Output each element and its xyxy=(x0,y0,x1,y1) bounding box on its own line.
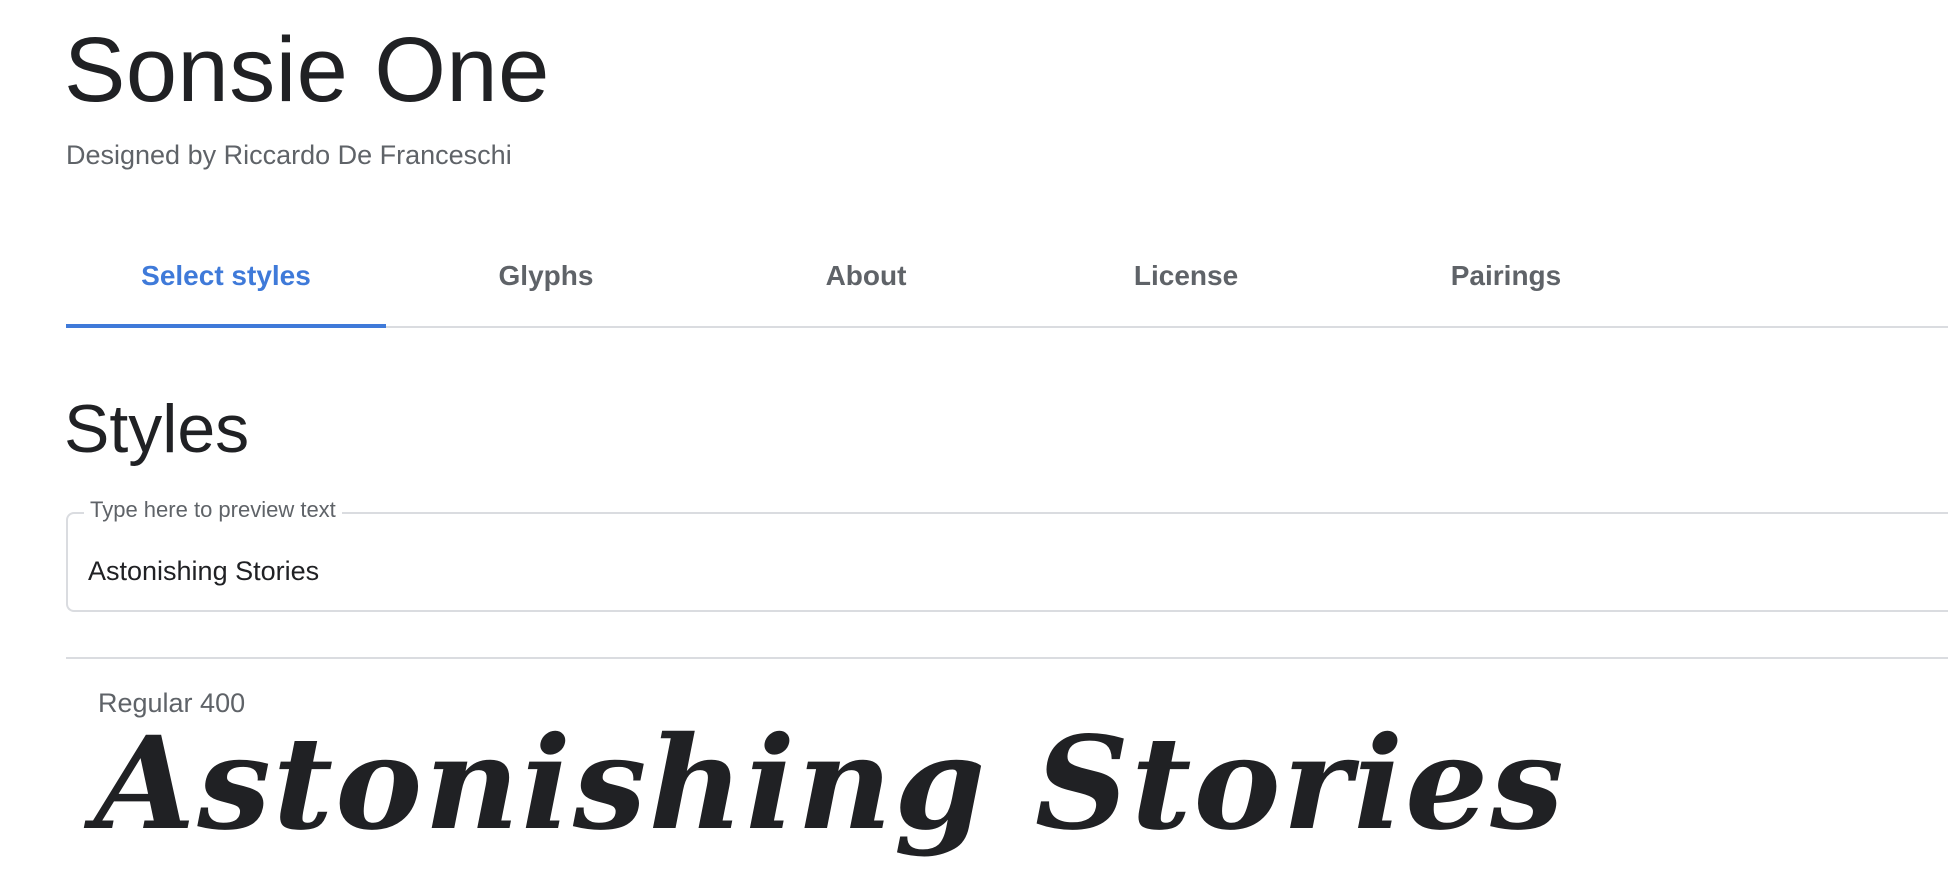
tab-bar: Select styles Glyphs About License Pairi… xyxy=(66,226,1948,328)
style-specimen-regular-400: Astonishing Stories xyxy=(94,709,1566,859)
tab-pairings[interactable]: Pairings xyxy=(1346,226,1666,326)
preview-text-input[interactable]: Astonishing Stories xyxy=(88,556,319,587)
tab-license[interactable]: License xyxy=(1026,226,1346,326)
font-detail-page: Sonsie One Designed by Riccardo De Franc… xyxy=(0,0,1948,892)
tab-glyphs[interactable]: Glyphs xyxy=(386,226,706,326)
styles-heading: Styles xyxy=(64,391,250,467)
designer-credit: Designed by Riccardo De Franceschi xyxy=(66,140,512,170)
preview-text-field[interactable]: Type here to preview text Astonishing St… xyxy=(66,497,1948,612)
font-title: Sonsie One xyxy=(64,19,550,121)
preview-field-label: Type here to preview text xyxy=(84,497,342,523)
tab-select-styles[interactable]: Select styles xyxy=(66,226,386,328)
tab-about[interactable]: About xyxy=(706,226,1026,326)
style-divider xyxy=(66,657,1948,659)
